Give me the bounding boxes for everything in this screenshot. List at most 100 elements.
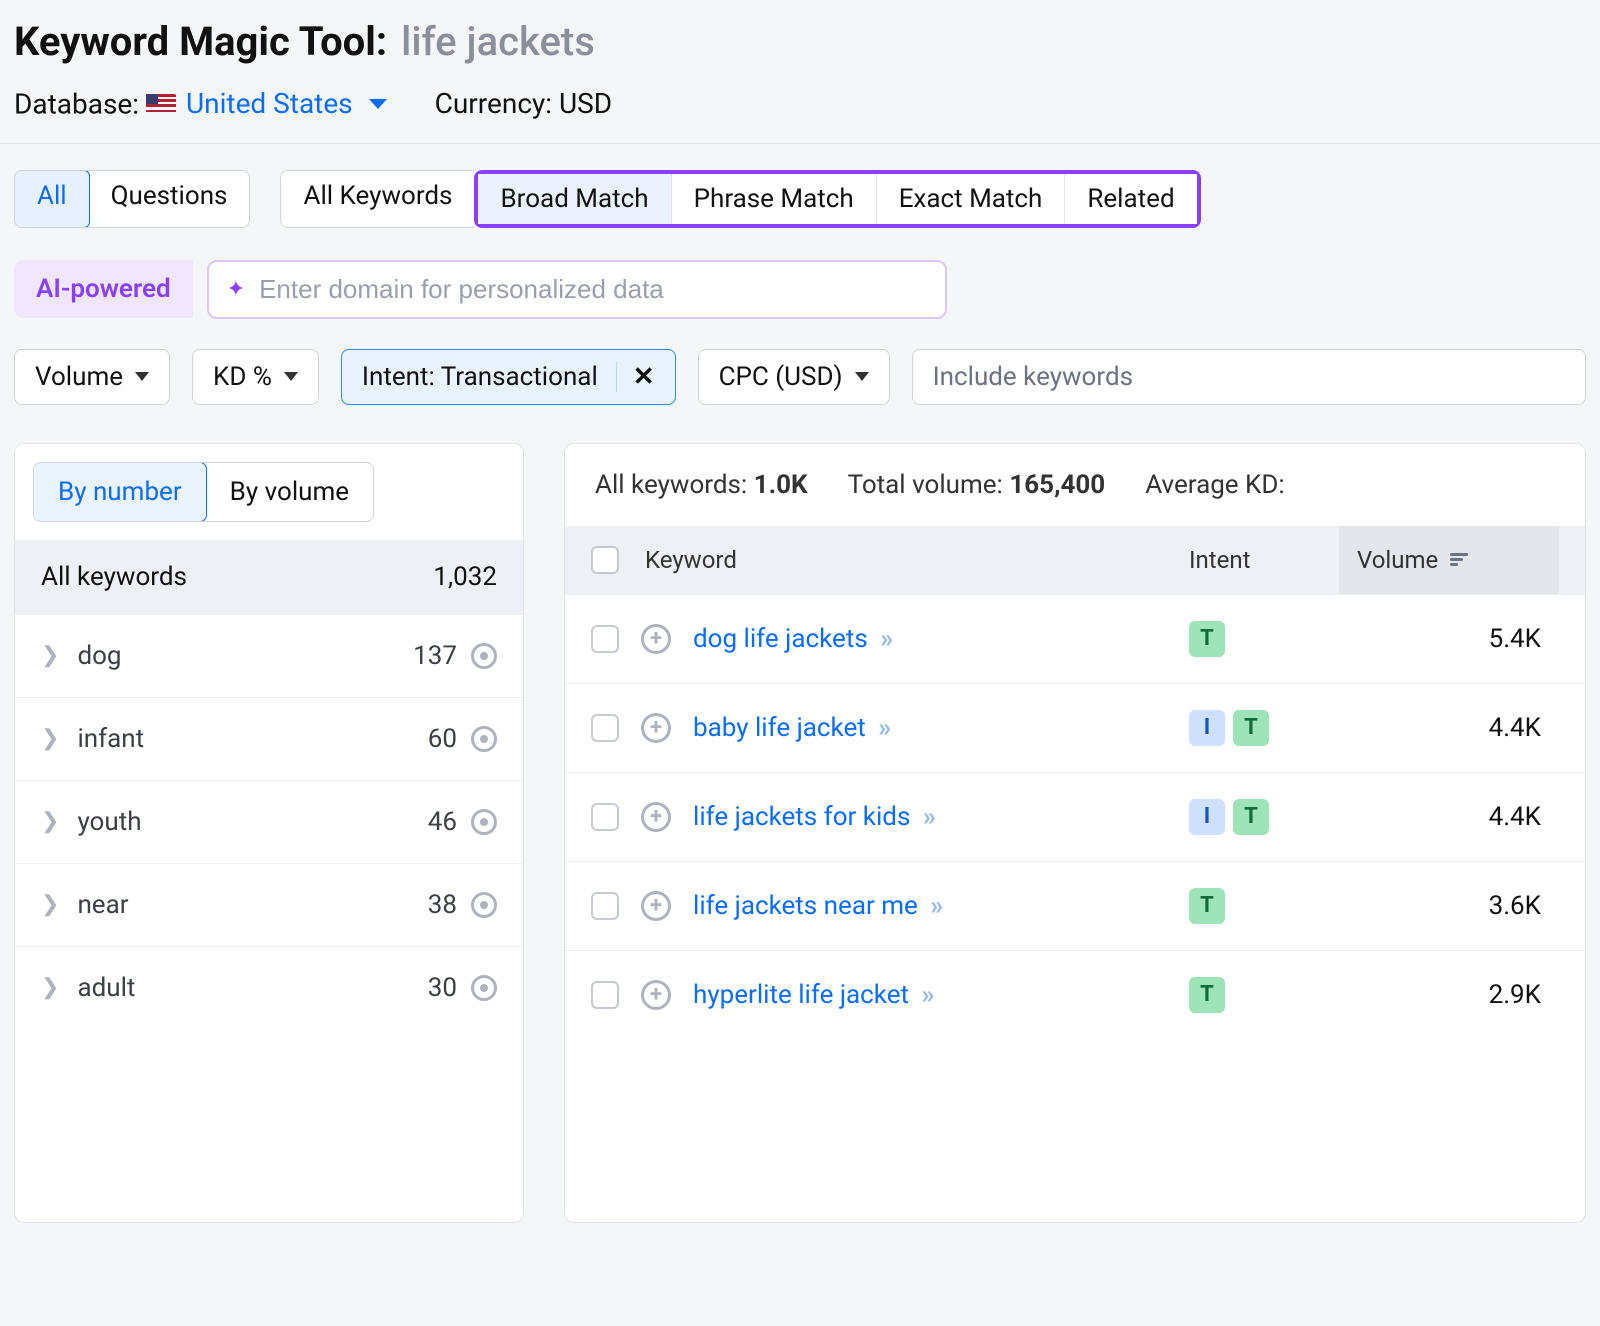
th-intent[interactable]: Intent — [1189, 546, 1339, 574]
toggle-by-volume[interactable]: By volume — [206, 463, 373, 521]
table-row: +life jackets for kids »IT4.4K — [565, 772, 1585, 861]
search-query: life jackets — [401, 18, 595, 65]
row-checkbox[interactable] — [591, 625, 619, 653]
cell-intent: IT — [1189, 799, 1339, 835]
cell-intent: IT — [1189, 710, 1339, 746]
tab-all[interactable]: All — [14, 170, 90, 228]
chevron-right-icon: ❯ — [41, 643, 59, 668]
add-keyword-icon[interactable]: + — [641, 891, 671, 921]
add-keyword-icon[interactable]: + — [641, 624, 671, 654]
ai-domain-input[interactable] — [259, 274, 927, 305]
ai-powered-badge: AI-powered — [14, 260, 193, 318]
currency-label: Currency: USD — [435, 87, 612, 120]
filter-row: Volume KD % Intent: Transactional ✕ CPC … — [14, 349, 1586, 405]
th-keyword[interactable]: Keyword — [645, 546, 737, 574]
row-checkbox[interactable] — [591, 892, 619, 920]
sidebar-group-count: 30 — [428, 973, 457, 1003]
filter-include-label: Include keywords — [933, 362, 1133, 392]
database-selector[interactable]: United States — [146, 87, 387, 120]
table-header: Keyword Intent Volume — [565, 526, 1585, 594]
keyword-link[interactable]: hyperlite life jacket » — [693, 980, 930, 1010]
ai-row: AI-powered ✦ — [14, 260, 1586, 319]
tab-related[interactable]: Related — [1065, 174, 1196, 224]
tab-phrase-match[interactable]: Phrase Match — [672, 174, 877, 224]
double-chevron-icon: » — [921, 980, 930, 1010]
summary-allkw-label: All keywords: — [595, 470, 747, 500]
results-panel: All keywords: 1.0K Total volume: 165,400… — [564, 443, 1586, 1223]
table-row: +dog life jackets »T5.4K — [565, 594, 1585, 683]
filter-cpc[interactable]: CPC (USD) — [698, 349, 890, 405]
sidebar-group-count: 46 — [428, 807, 457, 837]
keyword-link[interactable]: life jackets near me » — [693, 891, 939, 921]
filter-kd[interactable]: KD % — [192, 349, 319, 405]
intent-badge-t: T — [1189, 621, 1225, 657]
clear-intent-icon[interactable]: ✕ — [616, 362, 655, 392]
chevron-right-icon: ❯ — [41, 726, 59, 751]
tab-broad-match[interactable]: Broad Match — [478, 174, 671, 224]
filter-include-keywords[interactable]: Include keywords — [912, 349, 1586, 405]
add-keyword-icon[interactable]: + — [641, 713, 671, 743]
keyword-type-group: All Questions — [14, 170, 250, 228]
chevron-down-icon — [369, 99, 387, 109]
row-checkbox[interactable] — [591, 803, 619, 831]
keyword-link[interactable]: baby life jacket » — [693, 713, 887, 743]
sidebar-all-label: All keywords — [41, 562, 187, 592]
row-checkbox[interactable] — [591, 981, 619, 1009]
add-keyword-icon[interactable]: + — [641, 980, 671, 1010]
chevron-right-icon: ❯ — [41, 809, 59, 834]
chevron-down-icon — [284, 372, 298, 381]
filter-intent[interactable]: Intent: Transactional ✕ — [341, 349, 676, 405]
chevron-down-icon — [135, 372, 149, 381]
sidebar-group-label: near — [77, 890, 128, 920]
keyword-link[interactable]: life jackets for kids » — [693, 802, 932, 832]
filter-kd-label: KD % — [213, 362, 272, 392]
intent-badge-i: I — [1189, 799, 1225, 835]
eye-icon[interactable] — [471, 809, 497, 835]
tab-questions[interactable]: Questions — [89, 171, 250, 227]
divider — [0, 143, 1600, 144]
cell-intent: T — [1189, 977, 1339, 1013]
ai-domain-input-wrap[interactable]: ✦ — [207, 260, 947, 319]
summary-vol-label: Total volume: — [848, 470, 1003, 500]
eye-icon[interactable] — [471, 726, 497, 752]
sidebar-group-item[interactable]: ❯ youth 46 — [15, 780, 523, 863]
tab-exact-match[interactable]: Exact Match — [877, 174, 1066, 224]
eye-icon[interactable] — [471, 975, 497, 1001]
flag-us-icon — [146, 94, 176, 114]
chevron-right-icon: ❯ — [41, 892, 59, 917]
filter-volume[interactable]: Volume — [14, 349, 170, 405]
sidebar-group-item[interactable]: ❯infant60 — [15, 697, 523, 780]
table-row: +hyperlite life jacket »T2.9K — [565, 950, 1585, 1039]
sidebar-group-item[interactable]: ❯ near 38 — [15, 863, 523, 946]
filter-cpc-label: CPC (USD) — [719, 362, 843, 392]
sidebar-all-count: 1,032 — [433, 562, 497, 592]
filter-intent-label: Intent: Transactional — [362, 362, 598, 392]
summary-vol-value: 165,400 — [1009, 470, 1105, 500]
intent-badge-t: T — [1189, 888, 1225, 924]
sidebar: By number By volume All keywords 1,032 ❯… — [14, 443, 524, 1223]
eye-icon[interactable] — [471, 643, 497, 669]
sidebar-all-keywords[interactable]: All keywords 1,032 — [15, 540, 523, 614]
eye-icon[interactable] — [471, 892, 497, 918]
sidebar-group-item[interactable]: ❯adult30 — [15, 946, 523, 1029]
row-checkbox[interactable] — [591, 714, 619, 742]
th-volume[interactable]: Volume — [1339, 526, 1559, 594]
sidebar-group-count: 38 — [428, 890, 457, 920]
match-type-group: All Keywords Broad Match Phrase Match Ex… — [280, 170, 1200, 228]
toggle-by-number[interactable]: By number — [33, 462, 207, 522]
sidebar-group-item[interactable]: ❯dog137 — [15, 614, 523, 697]
double-chevron-icon: » — [880, 624, 889, 654]
double-chevron-icon: » — [923, 802, 932, 832]
sort-desc-icon — [1450, 553, 1468, 567]
double-chevron-icon: » — [930, 891, 939, 921]
keyword-link[interactable]: dog life jackets » — [693, 624, 889, 654]
table-row: +baby life jacket »IT4.4K — [565, 683, 1585, 772]
select-all-checkbox[interactable] — [591, 546, 619, 574]
database-value: United States — [186, 87, 353, 120]
summary-allkw-value: 1.0K — [754, 470, 808, 500]
tab-all-keywords[interactable]: All Keywords — [280, 170, 474, 228]
sidebar-group-label: youth — [77, 807, 141, 837]
database-label: Database: — [14, 88, 139, 121]
add-keyword-icon[interactable]: + — [641, 802, 671, 832]
table-row: +life jackets near me »T3.6K — [565, 861, 1585, 950]
